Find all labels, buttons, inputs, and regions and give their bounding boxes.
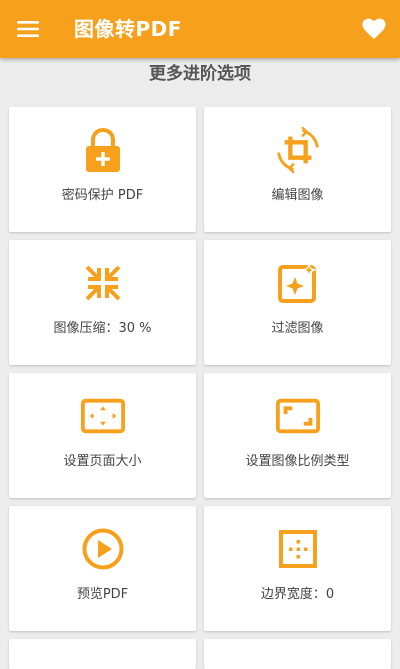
- set-image-ratio-option[interactable]: 设置图像比例类型: [204, 373, 391, 498]
- favorite-button[interactable]: [360, 16, 388, 42]
- page-size-icon: [80, 393, 126, 439]
- menu-icon: [17, 21, 39, 37]
- compress-arrows-icon: [80, 260, 126, 306]
- option-label: 设置页面大小: [63, 454, 142, 469]
- option-label: 密码保护 PDF: [61, 188, 144, 203]
- app-bar: 图像转PDF: [0, 0, 400, 58]
- preview-pdf-option[interactable]: 预览PDF: [9, 506, 196, 631]
- aspect-ratio-icon: [275, 393, 321, 439]
- heart-icon: [362, 18, 386, 39]
- option-label: 编辑图像: [271, 188, 324, 203]
- options-grid: 密码保护 PDF 编辑图像 图像压缩：30 % 过滤图像 设置页面大小 设置图像…: [9, 107, 391, 669]
- option-label: 过滤图像: [271, 321, 324, 336]
- next-option-card-partial[interactable]: [204, 639, 391, 669]
- option-label: 边界宽度：0: [260, 587, 335, 602]
- lock-plus-icon: [80, 127, 126, 173]
- filter-image-option[interactable]: 过滤图像: [204, 240, 391, 365]
- image-compression-option[interactable]: 图像压缩：30 %: [9, 240, 196, 365]
- play-circle-icon: [80, 526, 126, 572]
- option-label: 预览PDF: [76, 587, 129, 602]
- image-filter-icon: [275, 260, 321, 306]
- menu-button[interactable]: [14, 16, 42, 42]
- set-page-size-option[interactable]: 设置页面大小: [9, 373, 196, 498]
- option-label: 图像压缩：30 %: [53, 321, 152, 336]
- section-title: 更多进阶选项: [149, 64, 251, 84]
- border-width-option[interactable]: 边界宽度：0: [204, 506, 391, 631]
- crop-rotate-icon: [275, 126, 321, 174]
- edit-image-option[interactable]: 编辑图像: [204, 107, 391, 232]
- password-protect-pdf-option[interactable]: 密码保护 PDF: [9, 107, 196, 232]
- option-label: 设置图像比例类型: [245, 454, 350, 469]
- next-option-card-partial[interactable]: [9, 639, 196, 669]
- border-width-icon: [275, 526, 321, 572]
- app-title: 图像转PDF: [74, 17, 182, 41]
